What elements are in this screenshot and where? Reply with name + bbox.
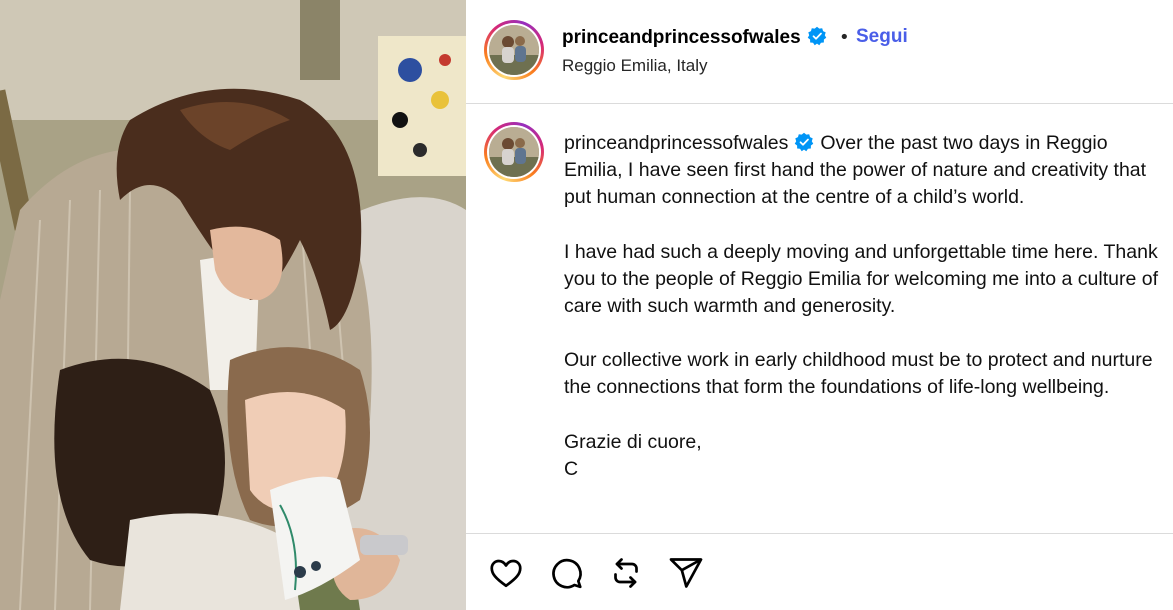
verified-badge-icon — [795, 132, 814, 152]
caption-signoff: Grazie di cuore, — [564, 430, 702, 453]
heart-icon — [490, 559, 522, 588]
repost-button[interactable] — [608, 555, 644, 591]
comment-icon — [552, 558, 582, 589]
header-separator: • — [839, 27, 850, 48]
post-caption: princeandprincessofwales Over the past t… — [564, 130, 1164, 483]
caption-author-avatar[interactable] — [484, 122, 544, 182]
post-header: princeandprincessofwales • Segui Reggio … — [466, 0, 1173, 104]
post-location[interactable]: Reggio Emilia, Italy — [562, 56, 708, 76]
caption-paragraph: I have had such a deeply moving and unfo… — [564, 240, 1158, 318]
post-side-panel: princeandprincessofwales • Segui Reggio … — [466, 0, 1173, 610]
caption-signature: C — [564, 457, 579, 480]
follow-button[interactable]: Segui — [856, 26, 908, 48]
author-avatar[interactable] — [484, 20, 544, 80]
comment-button[interactable] — [548, 555, 584, 591]
verified-badge-icon — [807, 26, 826, 46]
post-actions-bar — [466, 533, 1173, 610]
avatar-photo-icon — [489, 127, 539, 177]
repost-icon — [614, 558, 638, 588]
share-button[interactable] — [668, 555, 704, 591]
author-username[interactable]: princeandprincessofwales — [562, 26, 827, 49]
like-button[interactable] — [488, 555, 524, 591]
author-username-text: princeandprincessofwales — [562, 27, 801, 48]
post-photo[interactable] — [0, 0, 466, 610]
photo-illustration — [0, 0, 466, 610]
caption-paragraph: Our collective work in early childhood m… — [564, 349, 1153, 399]
caption-username[interactable]: princeandprincessofwales — [564, 132, 788, 154]
share-icon — [669, 558, 703, 588]
avatar-photo-icon — [489, 25, 539, 75]
